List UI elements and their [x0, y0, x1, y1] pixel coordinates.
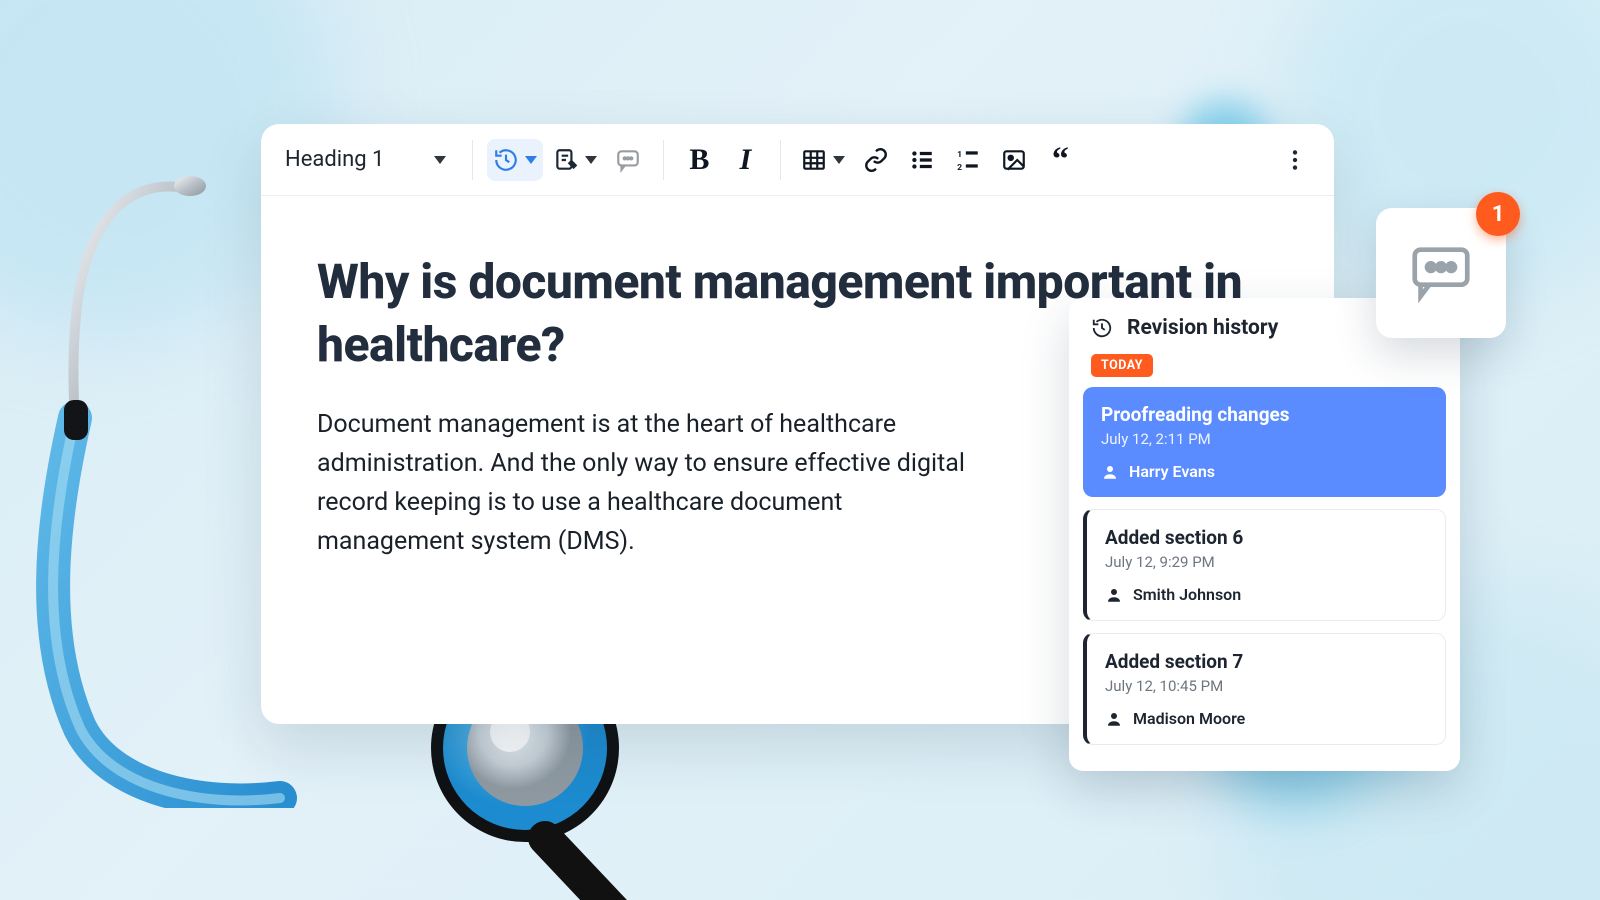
user-icon — [1105, 586, 1123, 604]
track-changes-button[interactable] — [547, 139, 603, 181]
toolbar-separator — [663, 140, 664, 180]
heading-style-label: Heading 1 — [285, 147, 384, 172]
revision-item-username: Harry Evans — [1129, 462, 1215, 481]
revision-item-username: Smith Johnson — [1133, 585, 1241, 604]
insert-image-button[interactable] — [993, 139, 1035, 181]
svg-text:2: 2 — [958, 162, 963, 172]
italic-icon: I — [740, 143, 752, 177]
italic-button[interactable]: I — [724, 139, 766, 181]
revision-history-button[interactable] — [487, 139, 543, 181]
date-badge: TODAY — [1091, 354, 1153, 377]
comment-icon — [1406, 238, 1476, 308]
editor-toolbar: Heading 1 B I — [261, 124, 1334, 196]
blockquote-button[interactable]: “ — [1039, 139, 1081, 181]
revision-item-title: Added section 6 — [1105, 526, 1427, 549]
user-icon — [1101, 463, 1119, 481]
toolbar-separator — [780, 140, 781, 180]
revision-history-panel: Revision history TODAY Proofreading chan… — [1069, 298, 1460, 771]
bold-button[interactable]: B — [678, 139, 720, 181]
more-options-button[interactable] — [1274, 139, 1316, 181]
revision-item-user: Harry Evans — [1101, 462, 1428, 481]
revision-item-timestamp: July 12, 2:11 PM — [1101, 430, 1428, 448]
more-vertical-icon — [1282, 147, 1308, 173]
numbered-list-icon: 1 2 — [955, 147, 981, 173]
revision-item-user: Smith Johnson — [1105, 585, 1427, 604]
revision-item-timestamp: July 12, 10:45 PM — [1105, 677, 1427, 695]
insert-table-button[interactable] — [795, 139, 851, 181]
bullet-list-button[interactable] — [901, 139, 943, 181]
bold-icon: B — [689, 143, 709, 177]
chevron-down-icon — [525, 156, 537, 164]
revision-item-title: Added section 7 — [1105, 650, 1427, 673]
document-pencil-icon — [553, 147, 579, 173]
history-icon — [493, 147, 519, 173]
comment-button[interactable] — [607, 139, 649, 181]
chevron-down-icon — [833, 156, 845, 164]
revision-item-active[interactable]: Proofreading changes July 12, 2:11 PM Ha… — [1083, 387, 1446, 497]
history-icon — [1091, 317, 1113, 339]
comment-notification-bubble[interactable]: 1 — [1376, 208, 1506, 338]
toolbar-separator — [472, 140, 473, 180]
revision-item-timestamp: July 12, 9:29 PM — [1105, 553, 1427, 571]
heading-style-dropdown[interactable]: Heading 1 — [279, 141, 458, 178]
bullet-list-icon — [909, 147, 935, 173]
revision-item-user: Madison Moore — [1105, 709, 1427, 728]
revision-item-title: Proofreading changes — [1101, 403, 1428, 426]
revision-item[interactable]: Added section 7 July 12, 10:45 PM Madiso… — [1083, 633, 1446, 745]
insert-link-button[interactable] — [855, 139, 897, 181]
svg-text:1: 1 — [958, 149, 963, 159]
quote-icon: “ — [1052, 151, 1069, 168]
document-paragraph[interactable]: Document management is at the heart of h… — [317, 405, 977, 561]
image-icon — [1001, 147, 1027, 173]
notification-count-badge: 1 — [1476, 192, 1520, 236]
revision-item-username: Madison Moore — [1133, 709, 1245, 728]
revision-history-title: Revision history — [1127, 316, 1278, 340]
user-icon — [1105, 710, 1123, 728]
numbered-list-button[interactable]: 1 2 — [947, 139, 989, 181]
chevron-down-icon — [434, 156, 446, 164]
chevron-down-icon — [585, 156, 597, 164]
link-icon — [863, 147, 889, 173]
revision-item[interactable]: Added section 6 July 12, 9:29 PM Smith J… — [1083, 509, 1446, 621]
comment-icon — [615, 147, 641, 173]
table-icon — [801, 147, 827, 173]
